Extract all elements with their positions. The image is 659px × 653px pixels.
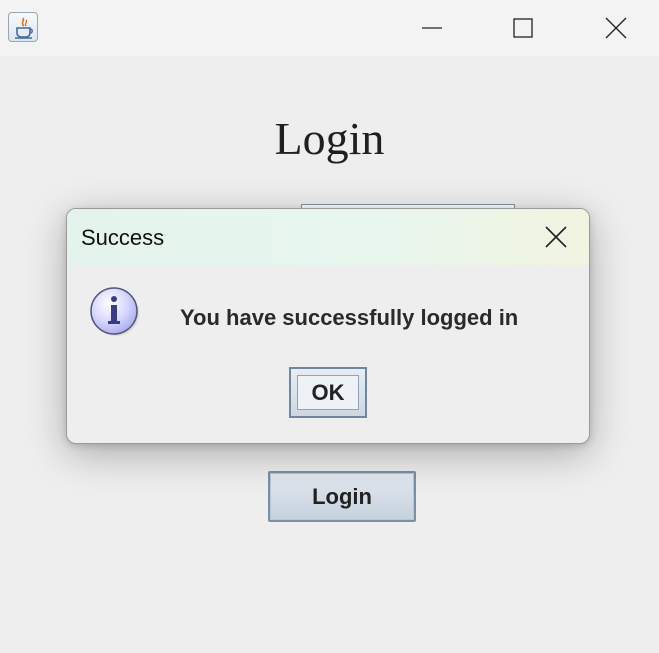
success-dialog: Success You have successfully logged in … bbox=[66, 208, 590, 444]
login-button[interactable]: Login bbox=[268, 471, 416, 522]
dialog-message: You have successfully logged in bbox=[180, 305, 519, 330]
page-title: Login bbox=[274, 113, 385, 164]
maximize-icon[interactable] bbox=[508, 14, 538, 42]
dialog-titlebar: Success bbox=[67, 209, 589, 265]
minimize-icon[interactable] bbox=[417, 14, 447, 42]
info-icon bbox=[89, 286, 141, 338]
java-icon[interactable] bbox=[8, 12, 38, 42]
dialog-title: Success bbox=[81, 225, 165, 250]
dialog-close-icon[interactable] bbox=[543, 224, 569, 250]
window-titlebar bbox=[0, 0, 659, 56]
ok-button[interactable]: OK bbox=[289, 367, 367, 418]
close-icon[interactable] bbox=[601, 14, 631, 42]
ok-button-label: OK bbox=[297, 375, 359, 410]
